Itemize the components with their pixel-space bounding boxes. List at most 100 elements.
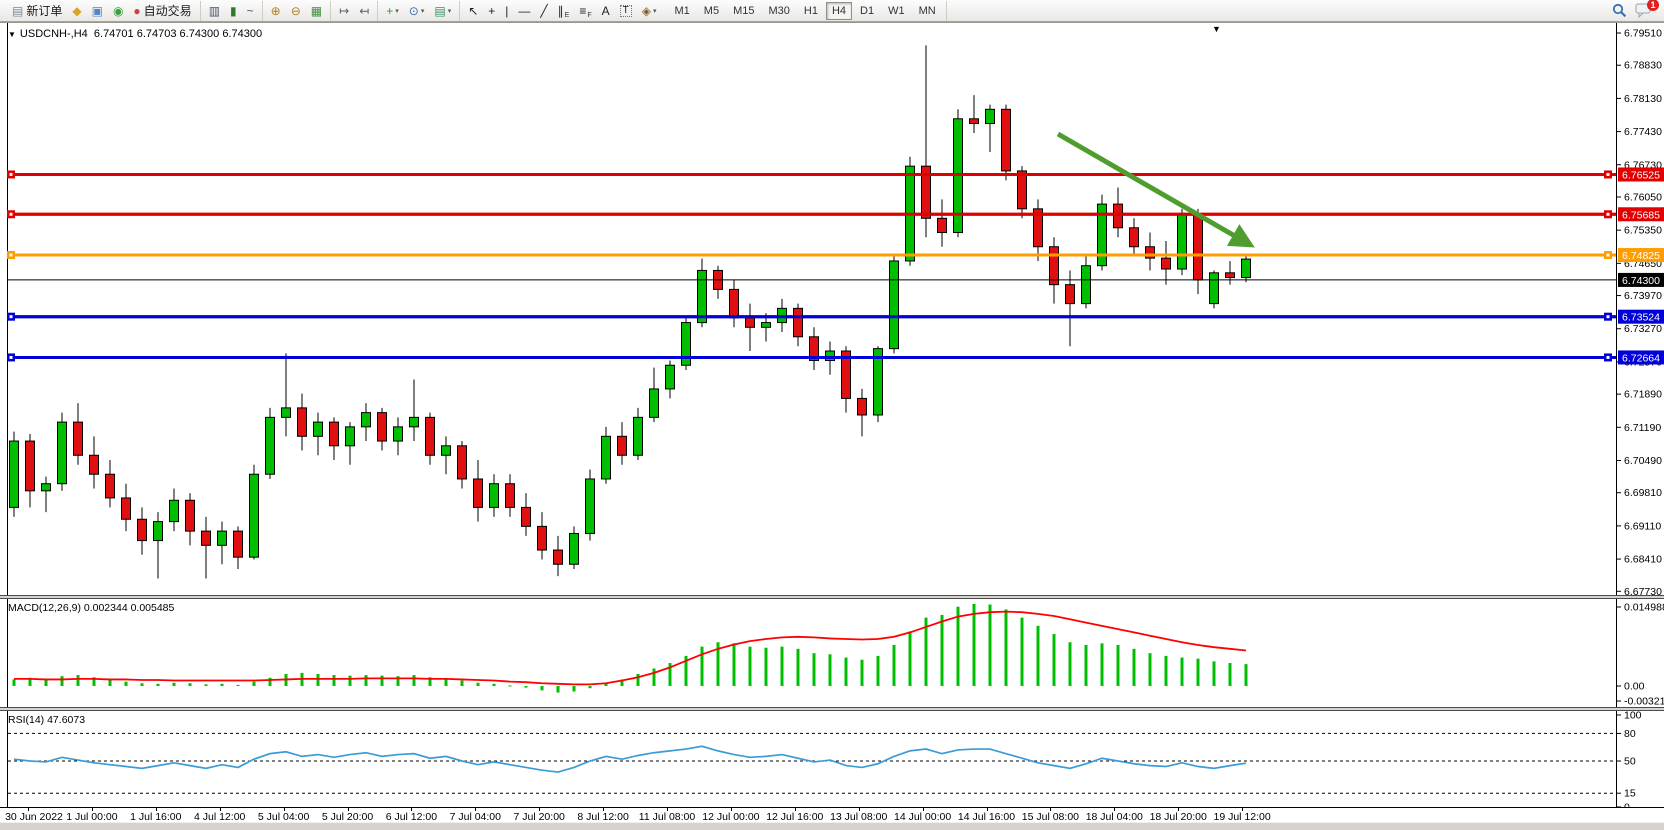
crosshair-button[interactable]: + — [484, 2, 499, 20]
cursor-button[interactable]: ↖ — [464, 2, 482, 20]
candlestick — [410, 417, 419, 426]
macd-histogram-bar — [349, 676, 352, 686]
timeframe-d1-button[interactable]: D1 — [854, 2, 880, 20]
macd-histogram-bar — [989, 605, 992, 686]
macd-histogram-bar — [125, 682, 128, 686]
candlestick-chart-button[interactable]: ▮ — [226, 2, 241, 20]
periods-icon: ⊙ — [409, 5, 419, 17]
candlestick — [650, 389, 659, 417]
timeframe-m15-button[interactable]: M15 — [727, 2, 760, 20]
rsi-tick-label: 80 — [1624, 728, 1636, 740]
line-handle-center — [10, 173, 13, 176]
navigator-button[interactable]: ▣ — [88, 2, 107, 20]
vertical-line-button[interactable]: | — [501, 2, 512, 20]
trendline-button[interactable]: ╱ — [536, 2, 551, 20]
dropdown-caret-icon[interactable]: ▾ — [448, 7, 452, 15]
chart-title: ▼USDCNH-,H4 6.74701 6.74703 6.74300 6.74… — [8, 28, 262, 40]
auto-trading-button[interactable]: ●自动交易 — [129, 2, 195, 20]
candlestick — [666, 365, 675, 389]
candlestick — [1050, 247, 1059, 285]
timeframe-m5-button[interactable]: M5 — [698, 2, 725, 20]
current-price-badge: 6.74300 — [1622, 275, 1660, 287]
rsi-tick-label: 50 — [1624, 756, 1636, 768]
candlestick — [634, 417, 643, 455]
macd-histogram-bar — [1117, 645, 1120, 686]
notifications-icon[interactable]: 1 — [1635, 3, 1652, 18]
zoom-out-button[interactable]: ⊖ — [287, 2, 305, 20]
timeframe-h4-button[interactable]: H4 — [826, 2, 852, 20]
timeframe-h1-button[interactable]: H1 — [798, 2, 824, 20]
macd-panel[interactable]: 0.0149880.00-0.003216 MACD(12,26,9) 0.00… — [0, 599, 1664, 707]
dropdown-caret-icon[interactable]: ▾ — [421, 7, 425, 15]
bar-chart-button[interactable]: ▥ — [205, 2, 224, 20]
tile-windows-button[interactable]: ▦ — [307, 2, 326, 20]
macd-histogram-bar — [189, 683, 192, 686]
price-tick-label: 6.79510 — [1624, 28, 1662, 40]
dropdown-caret-icon[interactable]: ▾ — [395, 7, 399, 15]
candlestick — [362, 413, 371, 427]
candlestick — [986, 109, 995, 123]
arrows-icon: ◈ — [642, 5, 651, 17]
new-order-button[interactable]: ▤新订单 — [8, 2, 66, 20]
level-price-badge: 6.76525 — [1622, 169, 1660, 181]
macd-label: MACD(12,26,9) 0.002344 0.005485 — [8, 602, 174, 614]
macd-histogram-bar — [13, 679, 16, 686]
macd-histogram-bar — [813, 653, 816, 686]
new-order-icon: ▤ — [12, 5, 23, 17]
macd-histogram-bar — [77, 675, 80, 686]
text-button[interactable]: A — [598, 2, 614, 20]
tool-groups: ▤新订单◆▣◉●自动交易▥▮~⊕⊖▦↦↤+▾⊙▾▤▾↖+|—╱∥E≡FAT◈▾ — [4, 0, 665, 21]
candlestick — [42, 484, 51, 491]
fibonacci-button[interactable]: ≡F — [575, 2, 595, 20]
horizontal-line-button[interactable]: — — [514, 2, 534, 20]
timeframe-m30-button[interactable]: M30 — [762, 2, 795, 20]
chart-shift-button[interactable]: ↤ — [355, 2, 373, 20]
macd-histogram-bar — [173, 683, 176, 686]
trend-arrow[interactable] — [1058, 134, 1247, 243]
text-label-button[interactable]: T — [616, 2, 636, 20]
macd-histogram-bar — [1165, 656, 1168, 686]
candlestick — [186, 500, 195, 531]
candlestick — [762, 323, 771, 328]
timeframe-w1-button[interactable]: W1 — [882, 2, 911, 20]
candlestick — [1162, 258, 1171, 269]
line-handle-center — [1607, 173, 1610, 176]
market-watch-button[interactable]: ◆ — [68, 2, 85, 20]
signals-button[interactable]: ◉ — [109, 2, 127, 20]
timeframe-mn-button[interactable]: MN — [913, 2, 942, 20]
rsi-line — [14, 746, 1246, 772]
price-tick-label: 6.73270 — [1624, 323, 1662, 335]
line-chart-button[interactable]: ~ — [243, 2, 258, 20]
macd-histogram-bar — [237, 685, 240, 686]
price-chart-panel[interactable]: 6.795106.788306.781306.774306.767306.760… — [0, 22, 1664, 595]
line-handle-center — [10, 254, 13, 257]
collapse-caret-icon[interactable]: ▼ — [8, 30, 16, 39]
candlestick — [202, 531, 211, 545]
macd-histogram-bar — [637, 674, 640, 686]
macd-histogram-bar — [749, 647, 752, 686]
auto-scroll-button[interactable]: ↦ — [335, 2, 353, 20]
rsi-panel[interactable]: 1008050150 RSI(14) 47.6073 — [0, 711, 1664, 807]
macd-histogram-bar — [1085, 645, 1088, 686]
templates-button[interactable]: ▤▾ — [430, 2, 455, 20]
channel-button[interactable]: ∥E — [554, 2, 574, 20]
zoom-in-button[interactable]: ⊕ — [267, 2, 285, 20]
tool-group: ⊕⊖▦ — [263, 1, 331, 21]
search-icon[interactable] — [1612, 3, 1627, 18]
dropdown-caret-icon[interactable]: ▾ — [653, 7, 657, 15]
candlestick — [234, 531, 243, 557]
price-tick-label: 6.69110 — [1624, 520, 1661, 532]
candlestick — [698, 270, 707, 322]
chart-ohlc-values: 6.74701 6.74703 6.74300 6.74300 — [94, 28, 262, 40]
candlestick — [1002, 109, 1011, 171]
macd-histogram-bar — [909, 631, 912, 686]
timeframe-m1-button[interactable]: M1 — [669, 2, 696, 20]
macd-tick-label: -0.003216 — [1624, 696, 1664, 708]
periods-button[interactable]: ⊙▾ — [405, 2, 429, 20]
candlestick — [1114, 204, 1123, 228]
market-watch-icon: ◆ — [72, 5, 81, 17]
indicators-button[interactable]: +▾ — [382, 2, 403, 20]
macd-histogram-bar — [1133, 649, 1136, 686]
arrows-button[interactable]: ◈▾ — [638, 2, 661, 20]
price-tick-label: 6.71890 — [1624, 389, 1662, 401]
